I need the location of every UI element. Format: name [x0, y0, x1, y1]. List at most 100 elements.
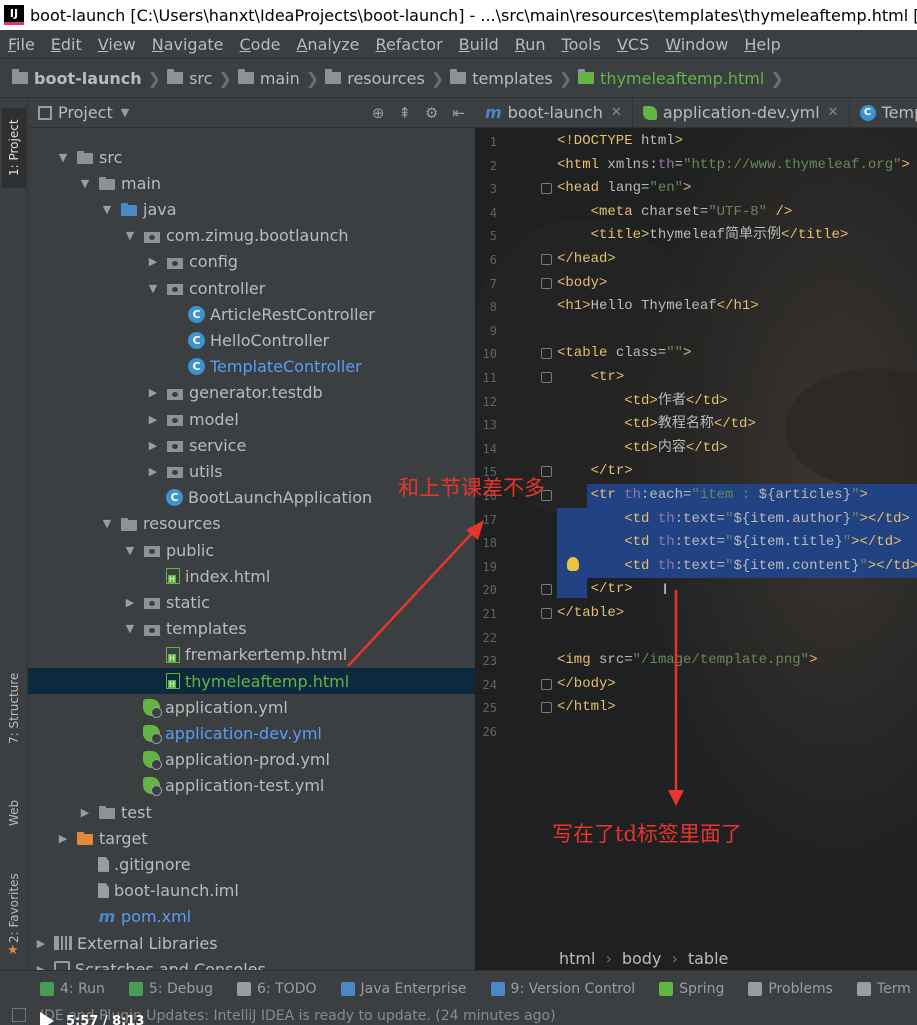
fold-marker-icon[interactable]: [541, 678, 552, 690]
collapse-all-icon[interactable]: ⇞: [398, 104, 411, 122]
menu-item-refactor[interactable]: Refactor: [376, 35, 443, 54]
breadcrumb-item[interactable]: resources ❯: [325, 69, 450, 88]
editor-breadcrumb-table[interactable]: table: [688, 949, 729, 968]
gear-icon[interactable]: ⚙: [425, 104, 438, 122]
tree-item-model[interactable]: ▶ model: [28, 406, 475, 432]
menu-item-run[interactable]: Run: [515, 35, 546, 54]
tool-6-todo[interactable]: 6: TODO: [237, 981, 317, 997]
editor-breadcrumb-body[interactable]: body: [622, 949, 662, 968]
tree-item-application-yml[interactable]: application.yml: [28, 694, 475, 720]
code-area[interactable]: <!DOCTYPE html> <html xmlns:th="http://ww…: [557, 128, 917, 938]
tree-item-resources[interactable]: ▼ resources: [28, 511, 475, 537]
expand-arrow-right-icon[interactable]: ▶: [146, 386, 160, 399]
play-icon[interactable]: [40, 1012, 54, 1025]
structure-tool-tab[interactable]: 7: Structure: [2, 658, 26, 758]
expand-arrow-right-icon[interactable]: ▶: [123, 596, 137, 609]
fold-marker-icon[interactable]: [541, 277, 552, 289]
breadcrumb-item[interactable]: main ❯: [237, 69, 325, 88]
tree-item-public[interactable]: ▼ public: [28, 537, 475, 563]
expand-arrow-right-icon[interactable]: ▶: [146, 465, 160, 478]
menu-item-vcs[interactable]: VCS: [617, 35, 649, 54]
fold-marker-icon[interactable]: [541, 254, 552, 265]
editor-tab-application-dev-yml[interactable]: application-dev.yml ✕: [633, 98, 850, 127]
tool-java-enterprise[interactable]: Java Enterprise: [340, 981, 467, 997]
tree-item-application-test-yml[interactable]: application-test.yml: [28, 773, 475, 799]
tool-spring[interactable]: Spring: [659, 981, 724, 997]
menu-item-build[interactable]: Build: [459, 35, 499, 54]
tree-item-com-zimug-bootlaunch[interactable]: ▼ com.zimug.bootlaunch: [28, 223, 475, 249]
menu-item-navigate[interactable]: Navigate: [152, 35, 224, 54]
tree-item-boot-launch-iml[interactable]: boot-launch.iml: [28, 878, 475, 904]
tree-item-target[interactable]: ▶ target: [28, 825, 475, 851]
tree-item-config[interactable]: ▶ config: [28, 249, 475, 275]
tool-9-version-control[interactable]: 9: Version Control: [490, 981, 635, 997]
expand-arrow-right-icon[interactable]: ▶: [78, 806, 92, 819]
menu-item-tools[interactable]: Tools: [562, 35, 601, 54]
fold-marker-icon[interactable]: [541, 372, 552, 383]
tree-item-controller[interactable]: ▼ controller: [28, 275, 475, 301]
menu-item-edit[interactable]: Edit: [51, 35, 82, 54]
chevron-down-icon[interactable]: ▼: [121, 106, 129, 119]
expand-arrow-down-icon[interactable]: ▼: [78, 177, 92, 190]
tree-item-articlerestcontroller[interactable]: C ArticleRestController: [28, 301, 475, 327]
expand-arrow-down-icon[interactable]: ▼: [123, 229, 137, 242]
locate-icon[interactable]: ⊕: [372, 104, 385, 122]
expand-arrow-right-icon[interactable]: ▶: [146, 413, 160, 426]
tool-problems[interactable]: Problems: [748, 981, 833, 997]
expand-arrow-down-icon[interactable]: ▼: [123, 544, 137, 557]
menu-item-view[interactable]: View: [98, 35, 136, 54]
tree-item-scratches-and-consoles[interactable]: ▶ Scratches and Consoles: [28, 956, 475, 970]
expand-arrow-right-icon[interactable]: ▶: [34, 937, 48, 950]
tree-item-service[interactable]: ▶ service: [28, 432, 475, 458]
menu-item-window[interactable]: Window: [665, 35, 728, 54]
tree-item-index-html[interactable]: index.html: [28, 563, 475, 589]
expand-arrow-down-icon[interactable]: ▼: [100, 517, 114, 530]
close-icon[interactable]: ✕: [828, 105, 839, 120]
status-toggle-icon[interactable]: [12, 1008, 26, 1022]
tree-item-src[interactable]: ▼ src: [28, 144, 475, 170]
tool-5-debug[interactable]: 5: Debug: [128, 981, 213, 997]
tree-item-templates[interactable]: ▼ templates: [28, 616, 475, 642]
tree-item-java[interactable]: ▼ java: [28, 196, 475, 222]
menu-item-file[interactable]: File: [8, 35, 35, 54]
fold-marker-icon[interactable]: [541, 702, 552, 714]
tree-item--gitignore[interactable]: .gitignore: [28, 851, 475, 877]
breadcrumb-item[interactable]: templates ❯: [450, 69, 578, 88]
tree-item-test[interactable]: ▶ test: [28, 799, 475, 825]
breadcrumb-item[interactable]: thymeleaftemp.html ❯: [578, 69, 790, 88]
tree-item-thymeleaftemp-html[interactable]: thymeleaftemp.html: [28, 668, 475, 694]
tree-item-application-prod-yml[interactable]: application-prod.yml: [28, 747, 475, 773]
fold-marker-icon[interactable]: [541, 584, 552, 596]
editor-tab-templa[interactable]: C Templa: [850, 98, 917, 127]
project-panel-title[interactable]: Project: [58, 103, 113, 122]
editor-breadcrumb-html[interactable]: html: [559, 949, 595, 968]
tool-term[interactable]: Term: [856, 981, 911, 997]
close-icon[interactable]: ✕: [611, 105, 622, 120]
expand-arrow-down-icon[interactable]: ▼: [100, 203, 114, 216]
menu-item-code[interactable]: Code: [240, 35, 281, 54]
tool-4-run[interactable]: 4: Run: [40, 981, 105, 997]
tree-item-application-dev-yml[interactable]: application-dev.yml: [28, 720, 475, 746]
fold-marker-icon[interactable]: [541, 183, 552, 195]
fold-marker-icon[interactable]: [541, 608, 552, 619]
expand-arrow-down-icon[interactable]: ▼: [146, 282, 160, 295]
expand-arrow-right-icon[interactable]: ▶: [146, 439, 160, 452]
expand-arrow-right-icon[interactable]: ▶: [56, 832, 70, 845]
favorites-tool-tab[interactable]: 2: Favorites: [2, 868, 26, 948]
lightbulb-icon[interactable]: [567, 556, 579, 571]
tree-item-main[interactable]: ▼ main: [28, 170, 475, 196]
expand-arrow-right-icon[interactable]: ▶: [34, 963, 48, 970]
menu-item-help[interactable]: Help: [744, 35, 780, 54]
breadcrumb-item[interactable]: boot-launch ❯: [12, 69, 167, 88]
expand-arrow-down-icon[interactable]: ▼: [123, 622, 137, 635]
tree-item-hellocontroller[interactable]: C HelloController: [28, 327, 475, 353]
expand-arrow-right-icon[interactable]: ▶: [146, 255, 160, 268]
tree-item-external-libraries[interactable]: ▶ External Libraries: [28, 930, 475, 956]
fold-marker-icon[interactable]: [541, 348, 552, 360]
tree-item-fremarkertemp-html[interactable]: fremarkertemp.html: [28, 642, 475, 668]
tree-item-pom-xml[interactable]: m pom.xml: [28, 904, 475, 930]
tree-item-templatecontroller[interactable]: C TemplateController: [28, 354, 475, 380]
project-tool-tab[interactable]: 1: Project: [2, 108, 26, 188]
editor-tab-boot-launch[interactable]: m boot-launch ✕: [475, 98, 633, 127]
menu-item-analyze[interactable]: Analyze: [296, 35, 359, 54]
